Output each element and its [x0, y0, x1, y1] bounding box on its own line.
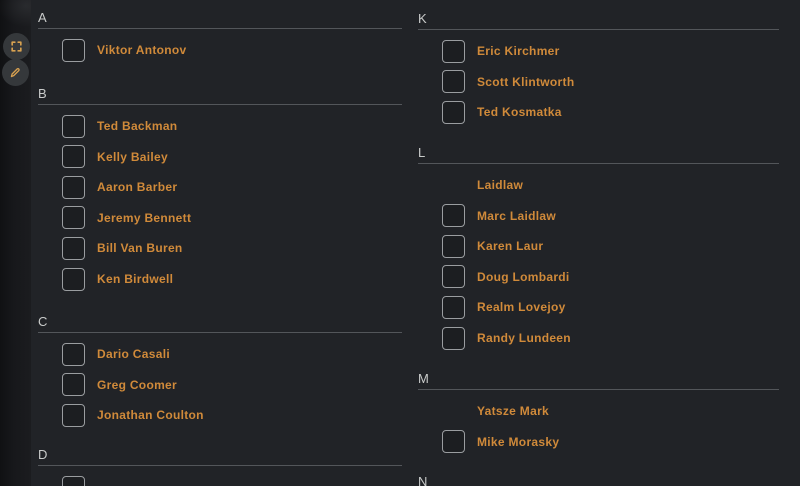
credit-checkbox[interactable]: [62, 343, 85, 366]
section-a: A Viktor Antonov: [38, 10, 402, 69]
credit-name: Dario Casali: [97, 347, 170, 361]
credit-row: Kelly Bailey: [38, 145, 402, 168]
credits-column-left: A Viktor Antonov B Ted Backman Kelly Bai: [38, 0, 402, 486]
section-divider: [38, 465, 402, 466]
credit-name: Doug Lombardi: [477, 270, 570, 284]
credit-row-no-checkbox: Laidlaw: [418, 174, 779, 197]
credit-name: Kelly Bailey: [97, 150, 168, 164]
credit-name: Laidlaw: [477, 178, 523, 192]
credit-name: Jonathan Coulton: [97, 408, 204, 422]
credit-name: Greg Coomer: [97, 378, 177, 392]
section-divider: [38, 28, 402, 29]
section-divider: [418, 389, 779, 390]
credit-checkbox[interactable]: [62, 145, 85, 168]
credit-name: Ted Backman: [97, 119, 177, 133]
credit-name: Aaron Barber: [97, 180, 177, 194]
credit-row: Scott Klintworth: [418, 70, 779, 93]
credit-row: Randy Lundeen: [418, 327, 779, 350]
credit-checkbox[interactable]: [442, 430, 465, 453]
section-divider: [418, 163, 779, 164]
pen-icon: [9, 66, 22, 79]
credit-checkbox[interactable]: [62, 206, 85, 229]
credits-column-right: K Eric Kirchmer Scott Klintworth Ted Kos…: [418, 0, 779, 486]
credit-name: Bill Van Buren: [97, 241, 183, 255]
credit-checkbox[interactable]: [442, 265, 465, 288]
credit-checkbox[interactable]: [62, 39, 85, 62]
credit-row: Viktor Antonov: [38, 39, 402, 62]
section-n: N: [418, 474, 779, 486]
credit-name: Mike Morasky: [477, 435, 559, 449]
credit-checkbox[interactable]: [62, 176, 85, 199]
section-letter: K: [418, 11, 779, 27]
section-letter: C: [38, 314, 402, 330]
credit-name: Karen Laur: [477, 239, 543, 253]
section-k: K Eric Kirchmer Scott Klintworth Ted Kos…: [418, 11, 779, 131]
section-letter: N: [418, 474, 779, 486]
credit-checkbox[interactable]: [442, 40, 465, 63]
credit-row-no-checkbox: Yatsze Mark: [418, 400, 779, 423]
credit-checkbox[interactable]: [442, 296, 465, 319]
section-b: B Ted Backman Kelly Bailey Aaron Barber: [38, 86, 402, 298]
credit-row: Greg Coomer: [38, 373, 402, 396]
credit-row: Jeremy Bennett: [38, 206, 402, 229]
credit-name: Marc Laidlaw: [477, 209, 556, 223]
credit-row: Ted Backman: [38, 115, 402, 138]
credit-row: Marc Laidlaw: [418, 204, 779, 227]
section-divider: [38, 332, 402, 333]
edit-pen-button[interactable]: [2, 59, 29, 86]
credit-row: Doug Lombardi: [418, 265, 779, 288]
credit-checkbox[interactable]: [62, 404, 85, 427]
credit-checkbox[interactable]: [442, 327, 465, 350]
credit-row: Karen Laur: [418, 235, 779, 258]
credit-checkbox[interactable]: [62, 373, 85, 396]
section-divider: [38, 104, 402, 105]
credit-row: Eric Kirchmer: [418, 40, 779, 63]
credit-name: Scott Klintworth: [477, 75, 574, 89]
credit-checkbox[interactable]: [62, 237, 85, 260]
section-l: L Laidlaw Marc Laidlaw Karen Laur Doug L…: [418, 145, 779, 357]
section-m: M Yatsze Mark Mike Morasky: [418, 371, 779, 461]
credit-checkbox[interactable]: [442, 70, 465, 93]
credit-checkbox[interactable]: [62, 115, 85, 138]
credit-row: Ted Kosmatka: [418, 101, 779, 124]
credit-row-clipped: [38, 476, 402, 486]
section-divider: [418, 29, 779, 30]
credit-name: Eric Kirchmer: [477, 44, 560, 58]
section-letter: A: [38, 10, 402, 26]
credit-row: Bill Van Buren: [38, 237, 402, 260]
credit-checkbox[interactable]: [62, 268, 85, 291]
section-c: C Dario Casali Greg Coomer Jonathan Coul…: [38, 314, 402, 434]
fullscreen-button[interactable]: [3, 33, 30, 60]
credit-name: Yatsze Mark: [477, 404, 549, 418]
section-letter: D: [38, 447, 402, 463]
credit-row: Ken Birdwell: [38, 268, 402, 291]
credit-name: Viktor Antonov: [97, 43, 187, 57]
credit-row: Mike Morasky: [418, 430, 779, 453]
credit-checkbox[interactable]: [442, 101, 465, 124]
credit-row: Jonathan Coulton: [38, 404, 402, 427]
fullscreen-icon: [10, 40, 23, 53]
credit-row: Aaron Barber: [38, 176, 402, 199]
credits-checklist-screen: A Viktor Antonov B Ted Backman Kelly Bai: [0, 0, 800, 486]
credit-name: Realm Lovejoy: [477, 300, 566, 314]
section-letter: B: [38, 86, 402, 102]
credit-row: Dario Casali: [38, 343, 402, 366]
section-d: D: [38, 447, 402, 486]
credit-row: Realm Lovejoy: [418, 296, 779, 319]
credit-name: Jeremy Bennett: [97, 211, 191, 225]
credit-checkbox[interactable]: [442, 204, 465, 227]
credit-name: Randy Lundeen: [477, 331, 571, 345]
section-letter: M: [418, 371, 779, 387]
credit-name: Ted Kosmatka: [477, 105, 562, 119]
credit-checkbox[interactable]: [442, 235, 465, 258]
section-letter: L: [418, 145, 779, 161]
credit-name: Ken Birdwell: [97, 272, 173, 286]
credit-checkbox[interactable]: [62, 476, 85, 486]
